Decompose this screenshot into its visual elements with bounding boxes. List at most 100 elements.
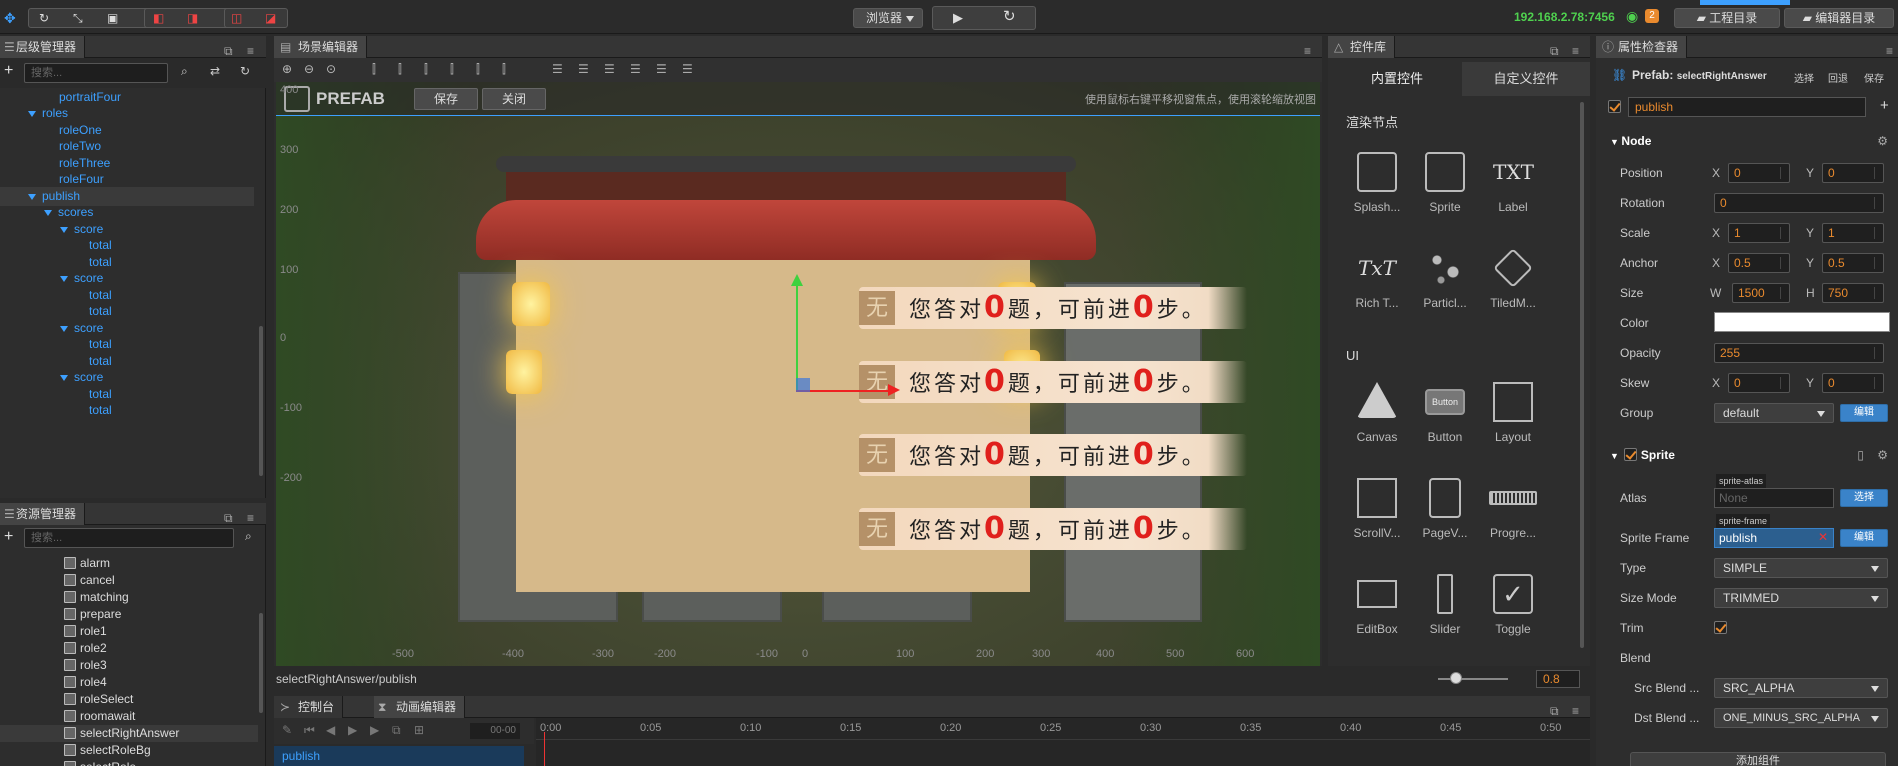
node-section[interactable]: ▼ Node ⚙: [1608, 130, 1898, 152]
asset-item[interactable]: roleSelect: [0, 691, 258, 708]
editor-folder-button[interactable]: ▰ 编辑器目录: [1784, 8, 1894, 28]
prefab-save-button[interactable]: 保存: [414, 88, 478, 110]
asset-item[interactable]: selectRoleBg: [0, 742, 258, 759]
gizmo-x-axis[interactable]: [796, 390, 892, 392]
preview-platform-select[interactable]: 浏览器: [853, 8, 923, 28]
asset-item[interactable]: selectRole: [0, 759, 258, 766]
type-select[interactable]: SIMPLE: [1714, 558, 1888, 578]
scene-viewport[interactable]: PREFAB 保存 关闭 使用鼠标右键平移视窗焦点，使用滚轮缩放视图 无 您答对…: [276, 82, 1320, 666]
tab-inspector[interactable]: ⓘ 属性检查器: [1596, 36, 1688, 58]
scale-tool-icon[interactable]: ⤡: [73, 9, 83, 27]
widget-scrollview[interactable]: ScrollV...: [1346, 478, 1408, 540]
pivot-toggle-icon[interactable]: ◧: [153, 9, 164, 27]
asset-item[interactable]: alarm: [0, 555, 258, 572]
zoom-reset-icon[interactable]: ⊙: [326, 62, 336, 76]
anchor-x-input[interactable]: 0.5: [1728, 253, 1790, 273]
distribute-hcenter-icon[interactable]: ☰: [656, 62, 667, 76]
move-tool-icon[interactable]: ✥: [4, 10, 16, 27]
align-top-icon[interactable]: ⫿: [450, 62, 454, 77]
asset-item-selected[interactable]: selectRightAnswer: [0, 725, 258, 742]
widget-richtext[interactable]: TxT Rich T...: [1346, 248, 1408, 310]
hierarchy-search-input[interactable]: 搜索...: [24, 63, 168, 83]
zoom-out-icon[interactable]: ⊖: [304, 62, 314, 76]
gear-icon[interactable]: ⚙: [1877, 444, 1888, 466]
sort-icon[interactable]: ⇄: [210, 64, 220, 78]
clear-icon[interactable]: ✕: [1818, 530, 1828, 544]
size-width-input[interactable]: 1500: [1732, 283, 1790, 303]
zoom-slider-thumb[interactable]: [1450, 672, 1462, 684]
size-height-input[interactable]: 750: [1822, 283, 1884, 303]
align-bottom-icon[interactable]: ⫿: [502, 62, 506, 77]
prefab-close-button[interactable]: 关闭: [482, 88, 546, 110]
add-event-icon[interactable]: ⧉: [392, 723, 401, 738]
search-icon[interactable]: ⌕: [181, 64, 188, 79]
trim-checkbox[interactable]: [1714, 621, 1727, 634]
assets-search-input[interactable]: 搜索...: [24, 528, 234, 548]
expand-arrow-icon[interactable]: [60, 374, 68, 381]
add-node-button[interactable]: +: [4, 62, 13, 80]
snap-icon[interactable]: ◫: [231, 9, 242, 27]
asset-item[interactable]: role4: [0, 674, 258, 691]
notification-badge[interactable]: 2: [1645, 9, 1659, 23]
add-icon[interactable]: +: [1880, 97, 1889, 114]
add-keyframe-icon[interactable]: ⊞: [414, 723, 424, 737]
hierarchy-scrollbar[interactable]: [259, 326, 263, 476]
record-icon[interactable]: ✎: [282, 723, 292, 737]
distribute-left-icon[interactable]: ☰: [630, 62, 641, 76]
widget-tiledmap[interactable]: TiledM...: [1482, 248, 1544, 310]
expand-arrow-icon[interactable]: [60, 275, 68, 282]
tab-custom-widgets[interactable]: 自定义控件: [1462, 62, 1590, 96]
add-asset-button[interactable]: +: [4, 528, 13, 546]
position-y-input[interactable]: 0: [1822, 163, 1884, 183]
distribute-right-icon[interactable]: ☰: [682, 62, 693, 76]
node-active-checkbox[interactable]: [1608, 100, 1621, 113]
tab-animation[interactable]: ⧗ 动画编辑器: [374, 696, 466, 718]
preview-ip-address[interactable]: 192.168.2.78:7456: [1514, 10, 1615, 24]
size-mode-select[interactable]: TRIMMED: [1714, 588, 1888, 608]
zoom-in-icon[interactable]: ⊕: [282, 62, 292, 76]
scale-y-input[interactable]: 1: [1822, 223, 1884, 243]
gear-icon[interactable]: ⚙: [1877, 130, 1888, 152]
grid-snap-icon[interactable]: ◪: [265, 9, 276, 27]
scale-x-input[interactable]: 1: [1728, 223, 1790, 243]
search-icon[interactable]: ⌕: [245, 529, 252, 544]
anchor-y-input[interactable]: 0.5: [1822, 253, 1884, 273]
tab-builtin-widgets[interactable]: 内置控件: [1332, 62, 1462, 96]
group-select[interactable]: default: [1714, 403, 1834, 423]
prefab-apply-button[interactable]: 保存: [1864, 70, 1884, 85]
asset-item[interactable]: matching: [0, 589, 258, 606]
widget-slider[interactable]: Slider: [1414, 574, 1476, 636]
prev-frame-icon[interactable]: ◀: [326, 723, 335, 737]
distribute-vcenter-icon[interactable]: ☰: [578, 62, 589, 76]
sprite-enabled-checkbox[interactable]: [1624, 448, 1637, 461]
animation-track-node[interactable]: publish: [274, 746, 524, 766]
widget-layout[interactable]: Layout: [1482, 382, 1544, 444]
opacity-input[interactable]: 255: [1714, 343, 1884, 363]
align-right-icon[interactable]: ⫿: [424, 62, 428, 77]
add-component-button[interactable]: 添加组件: [1630, 752, 1886, 766]
refresh-button[interactable]: ↻: [1003, 8, 1016, 26]
align-left-icon[interactable]: ⫿: [372, 62, 376, 77]
sprite-frame-field[interactable]: publish: [1714, 528, 1834, 548]
tab-scene[interactable]: ▤ 场景编辑器: [274, 36, 368, 58]
timeline[interactable]: 0:00 0:05 0:10 0:15 0:20 0:25 0:30 0:35 …: [536, 718, 1590, 766]
tree-item-publish-selected[interactable]: publish: [0, 187, 254, 206]
node-name-input[interactable]: publish: [1628, 97, 1866, 117]
sprite-section[interactable]: ▼ Sprite ▯ ⚙: [1608, 444, 1898, 466]
position-x-input[interactable]: 0: [1728, 163, 1790, 183]
asset-item[interactable]: cancel: [0, 572, 258, 589]
tab-console[interactable]: ≻ 控制台: [274, 696, 344, 718]
distribute-top-icon[interactable]: ☰: [552, 62, 563, 76]
rotate-tool-icon[interactable]: ↻: [39, 9, 49, 27]
align-vcenter-icon[interactable]: ⫿: [476, 62, 480, 77]
project-folder-button[interactable]: ▰ 工程目录: [1674, 8, 1780, 28]
atlas-select-button[interactable]: 选择: [1840, 489, 1888, 507]
gizmo-y-arrow-icon[interactable]: [791, 274, 803, 286]
frame-input[interactable]: 00-00: [470, 723, 520, 739]
group-edit-button[interactable]: 编辑: [1840, 404, 1888, 422]
widget-splash[interactable]: Splash...: [1346, 152, 1408, 214]
asset-item[interactable]: role2: [0, 640, 258, 657]
tab-assets[interactable]: ☰ 资源管理器: [0, 503, 86, 525]
assets-scrollbar[interactable]: [259, 613, 263, 713]
gizmo-center-handle[interactable]: [796, 378, 810, 392]
